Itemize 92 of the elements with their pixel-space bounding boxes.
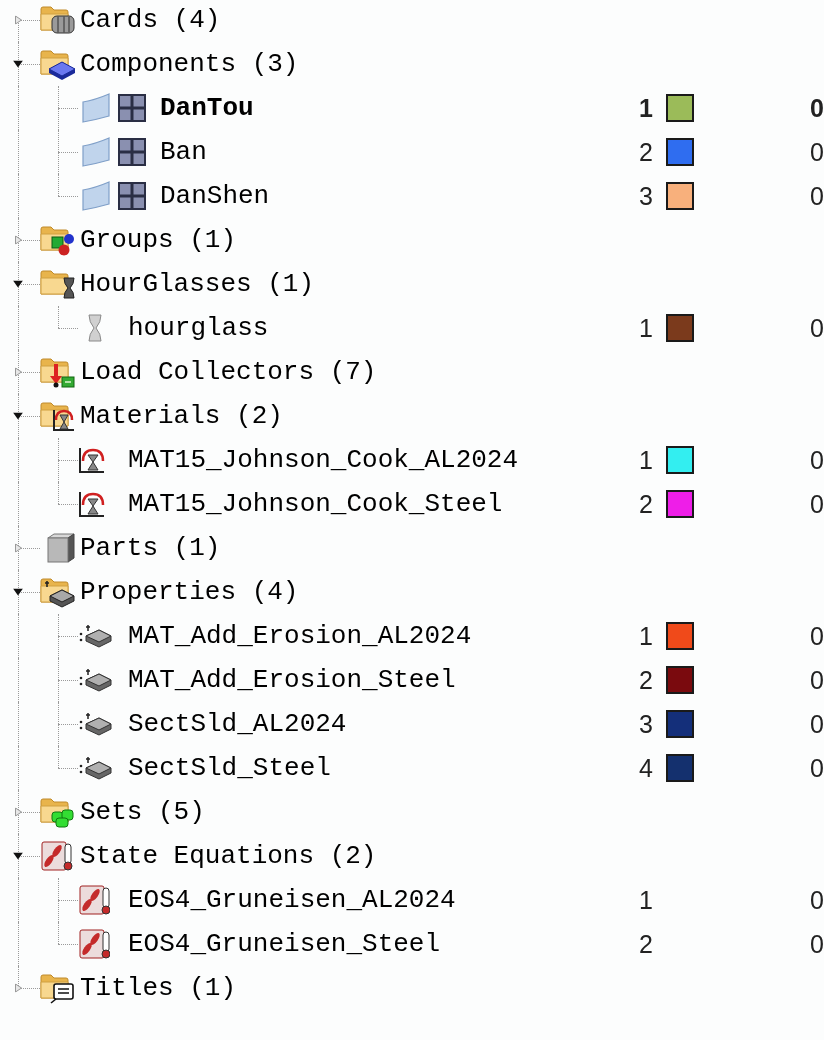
tree-item-label[interactable]: MAT15_Johnson_Cook_Steel — [128, 491, 503, 517]
count-value: 0 — [810, 491, 824, 517]
color-swatch-icon[interactable] — [666, 94, 694, 122]
color-swatch-icon[interactable] — [666, 138, 694, 166]
folder-note-icon — [40, 972, 76, 1004]
tree-item-label[interactable]: hourglass — [128, 315, 269, 341]
sheet-icon — [82, 93, 110, 123]
color-swatch-icon[interactable] — [666, 754, 694, 782]
tree-item-label[interactable]: SectSld_Steel — [128, 755, 331, 781]
count-value: 0 — [810, 623, 824, 649]
tree-item-label[interactable]: Load Collectors (7) — [80, 359, 377, 385]
hourglass-icon — [88, 314, 102, 342]
count-value: 0 — [810, 887, 824, 913]
caret-down-icon[interactable] — [13, 412, 23, 420]
tree-item-label[interactable]: MAT_Add_Erosion_AL2024 — [128, 623, 472, 649]
color-swatch-icon[interactable] — [666, 182, 694, 210]
count-value: 0 — [810, 711, 824, 737]
tree-item-label[interactable]: Parts (1) — [80, 535, 221, 561]
id-number: 2 — [639, 667, 653, 693]
tree-item-label[interactable]: MAT15_Johnson_Cook_AL2024 — [128, 447, 519, 473]
folder-blob-icon — [40, 796, 76, 828]
folder-hourglass-icon — [40, 268, 76, 300]
flame-thermometer-icon — [40, 840, 76, 872]
caret-right-icon[interactable] — [15, 807, 22, 817]
color-swatch-icon[interactable] — [666, 446, 694, 474]
tree-item-label[interactable]: Sets (5) — [80, 799, 205, 825]
count-value: 0 — [810, 95, 824, 121]
color-swatch-icon[interactable] — [666, 710, 694, 738]
id-number: 3 — [639, 183, 653, 209]
id-number: 2 — [639, 139, 653, 165]
tree-item-label[interactable]: EOS4_Gruneisen_AL2024 — [128, 887, 456, 913]
color-swatch-icon[interactable] — [666, 314, 694, 342]
slab-icon — [78, 623, 112, 649]
caret-right-icon[interactable] — [15, 15, 22, 25]
tree-item-label[interactable]: DanShen — [160, 183, 270, 209]
id-number: 1 — [639, 315, 653, 341]
tree-item-label[interactable]: Titles (1) — [80, 975, 237, 1001]
mesh-icon — [118, 182, 146, 210]
id-number: 1 — [639, 623, 653, 649]
caret-down-icon[interactable] — [13, 852, 23, 860]
flame-thermometer-icon — [78, 928, 110, 960]
caret-down-icon[interactable] — [13, 280, 23, 288]
caret-right-icon[interactable] — [15, 235, 22, 245]
caret-right-icon[interactable] — [15, 543, 22, 553]
arch-hourglass-icon — [78, 490, 106, 518]
tree-item-label[interactable]: Materials (2) — [80, 403, 283, 429]
caret-down-icon[interactable] — [13, 60, 23, 68]
arch-hourglass-icon — [78, 446, 106, 474]
tree-item-label[interactable]: EOS4_Gruneisen_Steel — [128, 931, 441, 957]
tree-item-label[interactable]: Ban — [160, 139, 207, 165]
id-number: 3 — [639, 711, 653, 737]
caret-right-icon[interactable] — [15, 983, 22, 993]
caret-down-icon[interactable] — [13, 588, 23, 596]
id-number: 2 — [639, 491, 653, 517]
tree-item-label[interactable]: Components (3) — [80, 51, 299, 77]
tree-item-label[interactable]: MAT_Add_Erosion_Steel — [128, 667, 456, 693]
tree-item-label[interactable]: SectSld_AL2024 — [128, 711, 347, 737]
sheet-icon — [82, 137, 110, 167]
mesh-icon — [118, 94, 146, 122]
count-value: 0 — [810, 183, 824, 209]
tree-item-label[interactable]: Properties (4) — [80, 579, 299, 605]
count-value: 0 — [810, 667, 824, 693]
id-number: 1 — [639, 95, 653, 121]
slab-icon — [78, 755, 112, 781]
count-value: 0 — [810, 139, 824, 165]
tree-item-label[interactable]: DanTou — [160, 95, 254, 121]
color-swatch-icon[interactable] — [666, 622, 694, 650]
count-value: 0 — [810, 447, 824, 473]
id-number: 1 — [639, 887, 653, 913]
folder-cube-icon — [40, 48, 76, 80]
tree-item-label[interactable]: Cards (4) — [80, 7, 221, 33]
id-number: 2 — [639, 931, 653, 957]
count-value: 0 — [810, 315, 824, 341]
folder-shapes-icon — [40, 224, 76, 256]
color-swatch-icon[interactable] — [666, 666, 694, 694]
tree-item-label[interactable]: HourGlasses (1) — [80, 271, 315, 297]
id-number: 4 — [639, 755, 653, 781]
caret-right-icon[interactable] — [15, 367, 22, 377]
count-value: 0 — [810, 931, 824, 957]
folder-arrow-icon — [40, 356, 76, 388]
count-value: 0 — [810, 755, 824, 781]
sheet-icon — [82, 181, 110, 211]
tree-item-label[interactable]: Groups (1) — [80, 227, 237, 253]
id-number: 1 — [639, 447, 653, 473]
folder-arch-icon — [40, 400, 76, 432]
folder-slab-icon — [40, 576, 76, 608]
tree-item-label[interactable]: State Equations (2) — [80, 843, 377, 869]
mesh-icon — [118, 138, 146, 166]
color-swatch-icon[interactable] — [666, 490, 694, 518]
flame-thermometer-icon — [78, 884, 110, 916]
slab-icon — [78, 667, 112, 693]
slab-icon — [78, 711, 112, 737]
